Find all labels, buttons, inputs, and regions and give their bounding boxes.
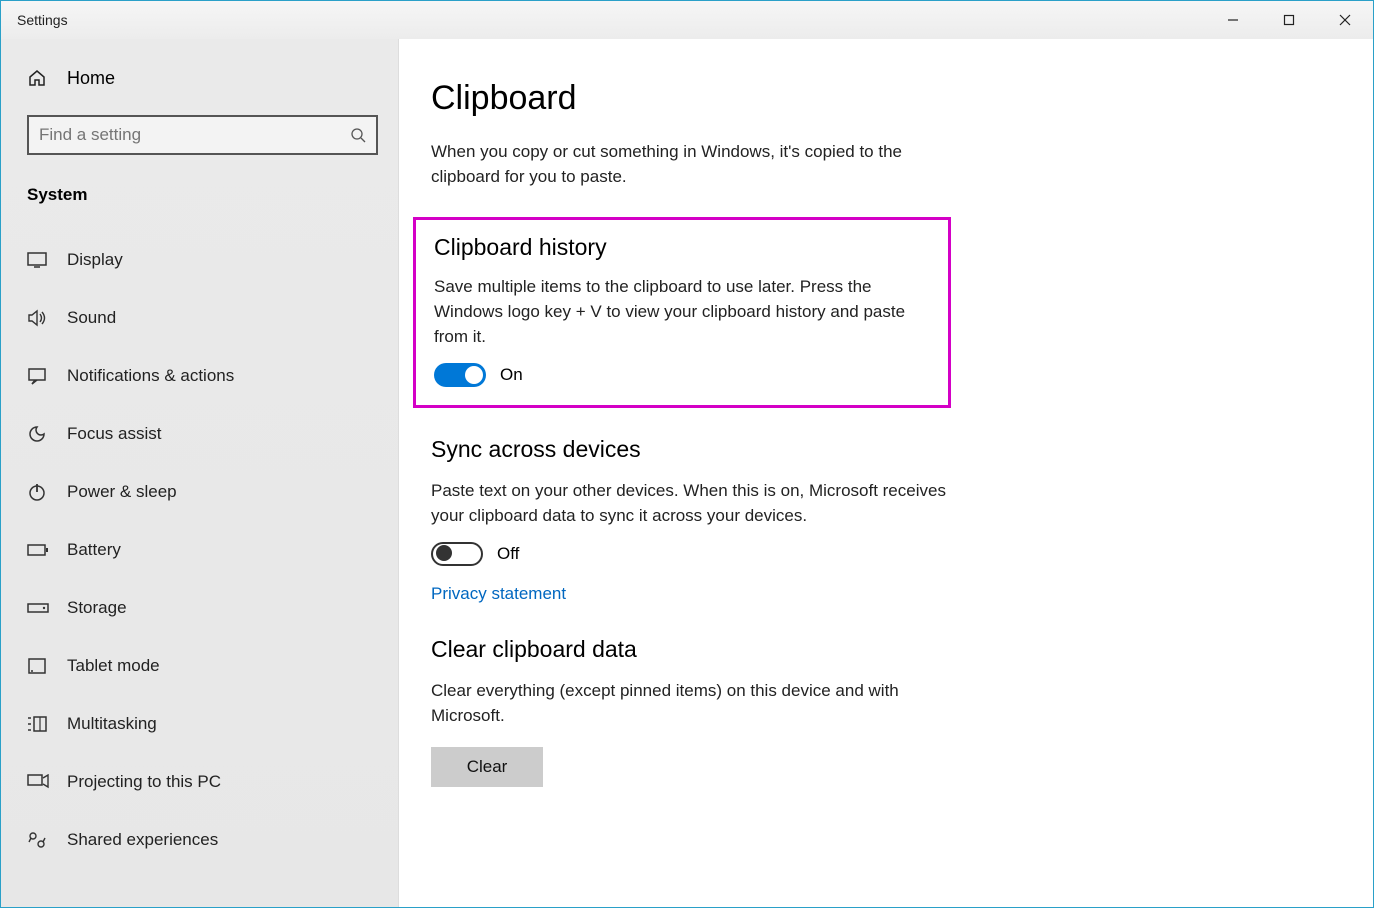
- shared-icon: [27, 830, 55, 850]
- display-icon: [27, 252, 55, 268]
- sidebar-item-notifications[interactable]: Notifications & actions: [1, 347, 398, 405]
- sync-desc: Paste text on your other devices. When t…: [431, 479, 961, 528]
- minimize-button[interactable]: [1205, 1, 1261, 39]
- sidebar-item-label: Shared experiences: [67, 830, 218, 850]
- battery-icon: [27, 543, 55, 557]
- sidebar-item-label: Sound: [67, 308, 116, 328]
- search-input[interactable]: [27, 115, 378, 155]
- home-button[interactable]: Home: [1, 49, 398, 107]
- projecting-icon: [27, 774, 55, 790]
- sidebar-item-label: Display: [67, 250, 123, 270]
- home-label: Home: [67, 68, 115, 89]
- sidebar-item-label: Multitasking: [67, 714, 157, 734]
- sidebar-item-sound[interactable]: Sound: [1, 289, 398, 347]
- sidebar-item-label: Power & sleep: [67, 482, 177, 502]
- highlighted-section: Clipboard history Save multiple items to…: [413, 217, 951, 408]
- sidebar-item-multitasking[interactable]: Multitasking: [1, 695, 398, 753]
- close-button[interactable]: [1317, 1, 1373, 39]
- power-icon: [27, 482, 55, 502]
- sidebar-item-projecting[interactable]: Projecting to this PC: [1, 753, 398, 811]
- sync-title: Sync across devices: [431, 436, 1323, 463]
- nav-list: Display Sound Notifications & actions Fo…: [1, 231, 398, 869]
- sound-icon: [27, 309, 55, 327]
- sidebar-item-battery[interactable]: Battery: [1, 521, 398, 579]
- sidebar-item-shared-experiences[interactable]: Shared experiences: [1, 811, 398, 869]
- clipboard-history-state: On: [500, 365, 523, 385]
- focus-assist-icon: [27, 424, 55, 444]
- content: Clipboard When you copy or cut something…: [399, 39, 1373, 907]
- window-title: Settings: [17, 12, 68, 28]
- search-icon: [350, 127, 366, 143]
- sidebar-item-label: Storage: [67, 598, 127, 618]
- maximize-button[interactable]: [1261, 1, 1317, 39]
- sidebar-item-label: Notifications & actions: [67, 366, 234, 386]
- notifications-icon: [27, 367, 55, 385]
- sync-toggle[interactable]: [431, 542, 483, 566]
- multitasking-icon: [27, 716, 55, 732]
- sync-state: Off: [497, 544, 519, 564]
- home-icon: [27, 68, 55, 88]
- clipboard-history-title: Clipboard history: [434, 234, 930, 261]
- clipboard-history-desc: Save multiple items to the clipboard to …: [434, 275, 930, 349]
- privacy-link[interactable]: Privacy statement: [431, 584, 566, 604]
- sidebar-item-label: Projecting to this PC: [67, 772, 221, 792]
- sidebar-item-tablet-mode[interactable]: Tablet mode: [1, 637, 398, 695]
- category-label: System: [1, 167, 398, 217]
- search-field[interactable]: [39, 125, 350, 145]
- sidebar-item-focus-assist[interactable]: Focus assist: [1, 405, 398, 463]
- clipboard-history-toggle[interactable]: [434, 363, 486, 387]
- sidebar-item-label: Battery: [67, 540, 121, 560]
- storage-icon: [27, 601, 55, 615]
- sidebar-item-label: Tablet mode: [67, 656, 160, 676]
- clear-button[interactable]: Clear: [431, 747, 543, 787]
- page-title: Clipboard: [431, 79, 1323, 118]
- window-controls: [1205, 1, 1373, 39]
- tablet-icon: [27, 657, 55, 675]
- sidebar: Home System Display Sound Notifications …: [1, 39, 399, 907]
- sidebar-item-label: Focus assist: [67, 424, 161, 444]
- titlebar: Settings: [1, 1, 1373, 39]
- sidebar-item-power-sleep[interactable]: Power & sleep: [1, 463, 398, 521]
- sidebar-item-storage[interactable]: Storage: [1, 579, 398, 637]
- clear-desc: Clear everything (except pinned items) o…: [431, 679, 961, 728]
- sidebar-item-display[interactable]: Display: [1, 231, 398, 289]
- page-intro: When you copy or cut something in Window…: [431, 140, 961, 189]
- clear-title: Clear clipboard data: [431, 636, 1323, 663]
